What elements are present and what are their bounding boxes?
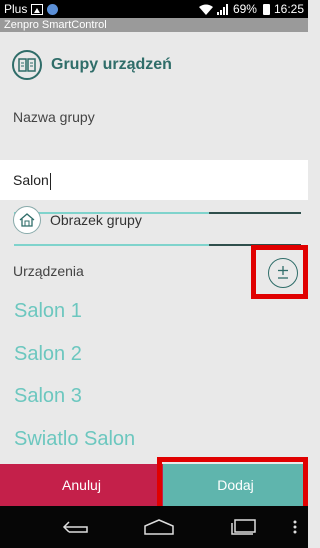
globe-notification-icon — [47, 3, 59, 15]
clock: 16:25 — [273, 2, 304, 16]
image-divider-right — [209, 244, 301, 246]
devices-header: Urządzenia — [0, 256, 308, 286]
home-icon[interactable] — [13, 206, 41, 234]
battery-icon — [262, 3, 270, 15]
add-button[interactable]: Dodaj — [163, 464, 308, 506]
plus-minus-icon[interactable] — [268, 258, 298, 288]
cancel-button[interactable]: Anuluj — [0, 464, 163, 506]
group-name-value: Salon — [13, 172, 49, 188]
device-item[interactable]: Swiatlo Salon — [14, 428, 135, 464]
device-item[interactable]: Salon 2 — [14, 343, 82, 366]
device-item[interactable]: Salon 1 — [14, 300, 82, 323]
battery-percent: 69% — [232, 2, 257, 16]
recent-apps-icon[interactable] — [226, 516, 262, 538]
group-image-label: Obrazek grupy — [50, 212, 142, 228]
carrier-label: Plus — [4, 2, 28, 16]
group-image-row[interactable]: Obrazek grupy — [0, 200, 308, 240]
page-title: Grupy urządzeń — [51, 56, 172, 73]
text-caret — [49, 172, 51, 190]
home-nav-icon[interactable] — [141, 516, 177, 538]
page-header: Grupy urządzeń — [0, 32, 308, 98]
group-name-label: Nazwa grupy — [13, 109, 95, 125]
image-notification-icon — [31, 3, 44, 15]
menu-icon[interactable] — [290, 516, 300, 538]
wifi-icon — [198, 4, 213, 15]
group-name-input[interactable]: Salon — [0, 160, 308, 200]
devices-label: Urządzenia — [13, 263, 84, 279]
device-item[interactable]: Salon 3 — [14, 385, 82, 408]
back-icon[interactable] — [58, 516, 94, 538]
group-list-icon — [12, 50, 42, 80]
app-title-bar: Zenpro SmartControl — [0, 18, 308, 32]
system-nav-bar — [0, 506, 308, 548]
signal-icon — [216, 3, 229, 15]
status-bar: Plus 69% 16:25 — [0, 0, 308, 18]
image-divider-left — [14, 244, 209, 246]
